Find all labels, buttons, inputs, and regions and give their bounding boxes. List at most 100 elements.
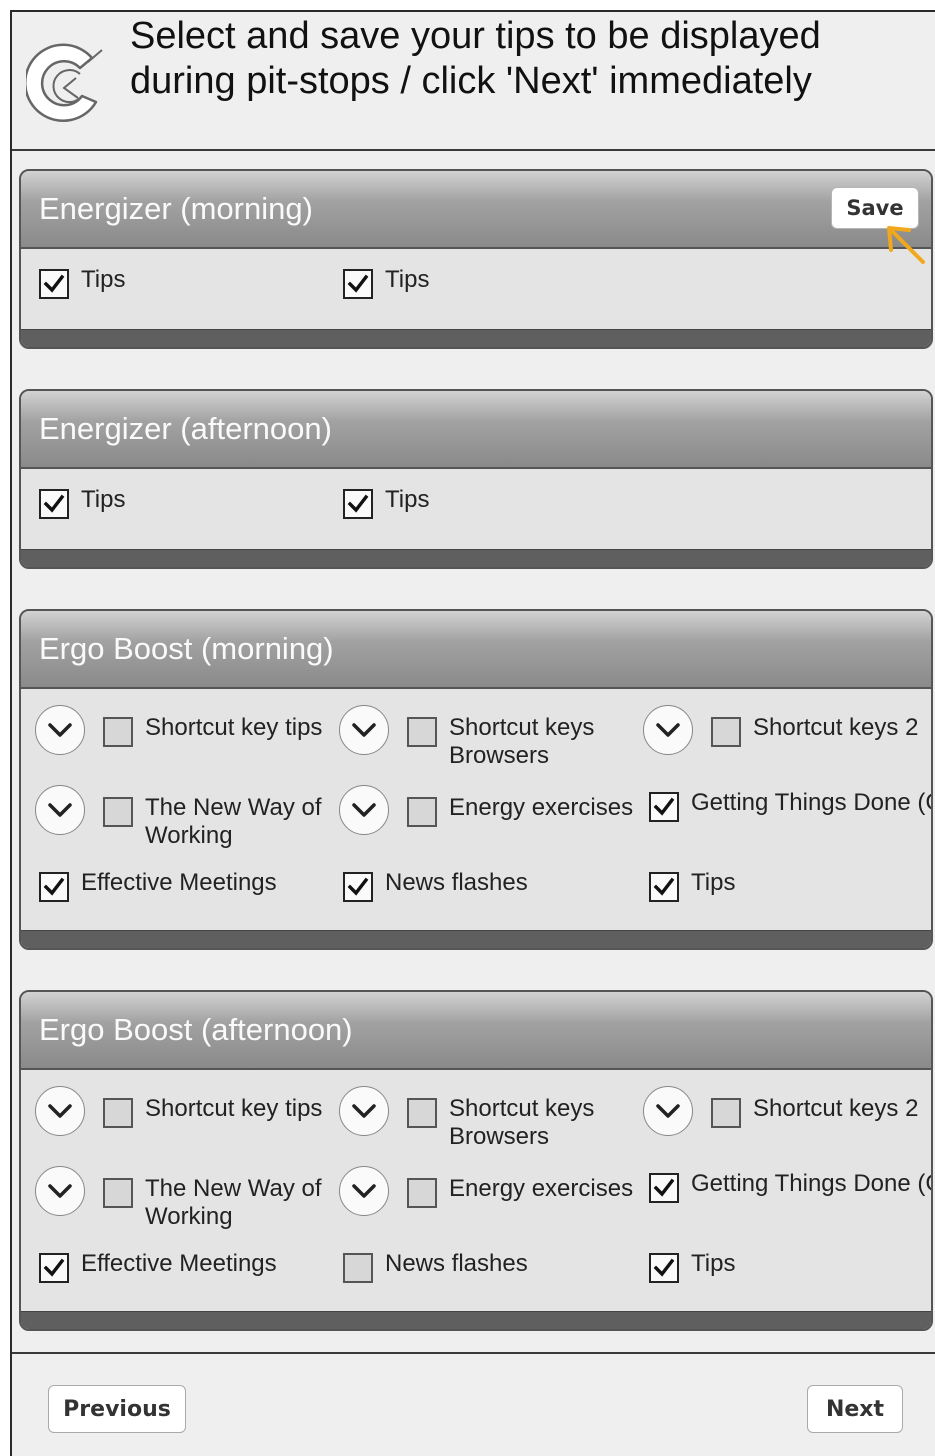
chevron-glyph [352,1184,376,1198]
panel-header: Ergo Boost (afternoon) [21,992,931,1070]
list-item[interactable]: The New Way of Working [35,1166,325,1231]
list-item[interactable]: Shortcut keys 2 [643,1086,919,1136]
list-item[interactable]: Shortcut keys 2 [643,705,918,755]
previous-button[interactable]: Previous [48,1385,186,1433]
panel-header: Energizer (morning) Save [21,171,931,249]
chevron-down-icon[interactable] [35,1166,85,1216]
checkbox[interactable] [39,872,69,902]
item-label: Shortcut keys 2 [753,1095,919,1122]
chevron-down-icon[interactable] [643,1086,693,1136]
checkbox[interactable] [39,1253,69,1283]
list-item[interactable]: Shortcut keys Browsers [339,705,619,770]
checkbox[interactable] [343,1253,373,1283]
list-item[interactable]: Tips [39,266,125,299]
chevron-down-icon[interactable] [35,1086,85,1136]
checkbox-tips[interactable] [39,489,69,519]
panel-footer [21,549,931,567]
checkbox[interactable] [407,1178,437,1208]
list-item[interactable]: Tips [343,486,429,519]
item-label: Shortcut keys Browsers [449,1095,595,1150]
chevron-down-icon[interactable] [35,705,85,755]
list-item[interactable]: Getting Things Done (G [649,1170,931,1203]
list-item[interactable]: Shortcut keys Browsers [339,1086,619,1151]
panel-header: Energizer (afternoon) [21,391,931,469]
checkmark-icon [347,877,369,896]
list-item[interactable]: Effective Meetings [39,869,277,902]
chevron-down-icon[interactable] [643,705,693,755]
checkmark-icon [347,494,369,513]
list-item[interactable]: Energy exercises [339,785,634,835]
checkmark-icon [653,1258,675,1277]
list-item[interactable]: Tips [649,1250,735,1283]
list-item[interactable]: Energy exercises [339,1166,634,1216]
chevron-down-icon[interactable] [35,785,85,835]
checkbox[interactable] [649,1253,679,1283]
checkmark-icon [653,877,675,896]
item-label: Energy exercises [449,1175,634,1202]
panel-energizer-afternoon: Energizer (afternoon) Tips Tips [19,389,933,569]
chevron-glyph [48,1184,72,1198]
checkbox[interactable] [103,1178,133,1208]
chevron-glyph [352,723,376,737]
checkbox[interactable] [407,1098,437,1128]
chevron-glyph [48,1104,72,1118]
arrow-pointer-icon [887,226,925,264]
item-label: Tips [691,1250,736,1277]
panel-title: Energizer (morning) [39,191,313,226]
list-item[interactable]: Shortcut key tips [35,705,322,755]
panel-footer [21,930,931,948]
item-label: News flashes [385,869,528,896]
checkbox[interactable] [103,1098,133,1128]
list-item[interactable]: News flashes [343,1250,528,1283]
chevron-down-icon[interactable] [339,1086,389,1136]
item-label: Effective Meetings [81,869,277,896]
checkbox[interactable] [711,1098,741,1128]
chevron-down-icon[interactable] [339,705,389,755]
chevron-down-icon[interactable] [339,785,389,835]
list-item[interactable]: Shortcut key tips [35,1086,322,1136]
checkbox[interactable] [649,1173,679,1203]
item-label: Effective Meetings [81,1250,277,1277]
list-item[interactable]: The New Way of Working [35,785,325,850]
tips-dialog: Select and save your tips to be displaye… [10,10,935,1456]
checkbox[interactable] [649,872,679,902]
chevron-glyph [48,723,72,737]
item-label: The New Way of Working [145,794,322,849]
list-item[interactable]: Tips [649,869,735,902]
panel-energizer-morning: Energizer (morning) Save Tips Tips [19,169,933,349]
list-item[interactable]: Tips [343,266,429,299]
list-item[interactable]: News flashes [343,869,528,902]
item-label: Tips [81,486,126,513]
checkbox[interactable] [407,717,437,747]
list-item[interactable]: Tips [39,486,125,519]
panel-footer [21,1311,931,1329]
list-item[interactable]: Getting Things Done (G [649,789,931,822]
chevron-down-icon[interactable] [339,1166,389,1216]
checkbox[interactable] [103,717,133,747]
chevron-glyph [48,803,72,817]
panel-title: Energizer (afternoon) [39,411,332,446]
item-label: The New Way of Working [145,1175,322,1230]
item-label: Energy exercises [449,794,634,821]
chevron-glyph [352,803,376,817]
checkmark-icon [43,274,65,293]
checkmark-icon [653,797,675,816]
panel-title: Ergo Boost (morning) [39,631,334,666]
chevron-glyph [656,1104,680,1118]
list-item[interactable]: Effective Meetings [39,1250,277,1283]
checkbox-tips[interactable] [39,269,69,299]
next-button[interactable]: Next [807,1385,903,1433]
checkbox[interactable] [407,797,437,827]
chevron-glyph [352,1104,376,1118]
checkbox-tips[interactable] [343,489,373,519]
dialog-header: Select and save your tips to be displaye… [12,12,935,151]
checkmark-icon [347,274,369,293]
page-title: Select and save your tips to be displaye… [130,15,821,102]
checkmark-icon [43,1258,65,1277]
checkbox-tips[interactable] [343,269,373,299]
item-label: Tips [81,266,126,293]
checkbox[interactable] [343,872,373,902]
checkbox[interactable] [649,792,679,822]
checkbox[interactable] [711,717,741,747]
checkbox[interactable] [103,797,133,827]
